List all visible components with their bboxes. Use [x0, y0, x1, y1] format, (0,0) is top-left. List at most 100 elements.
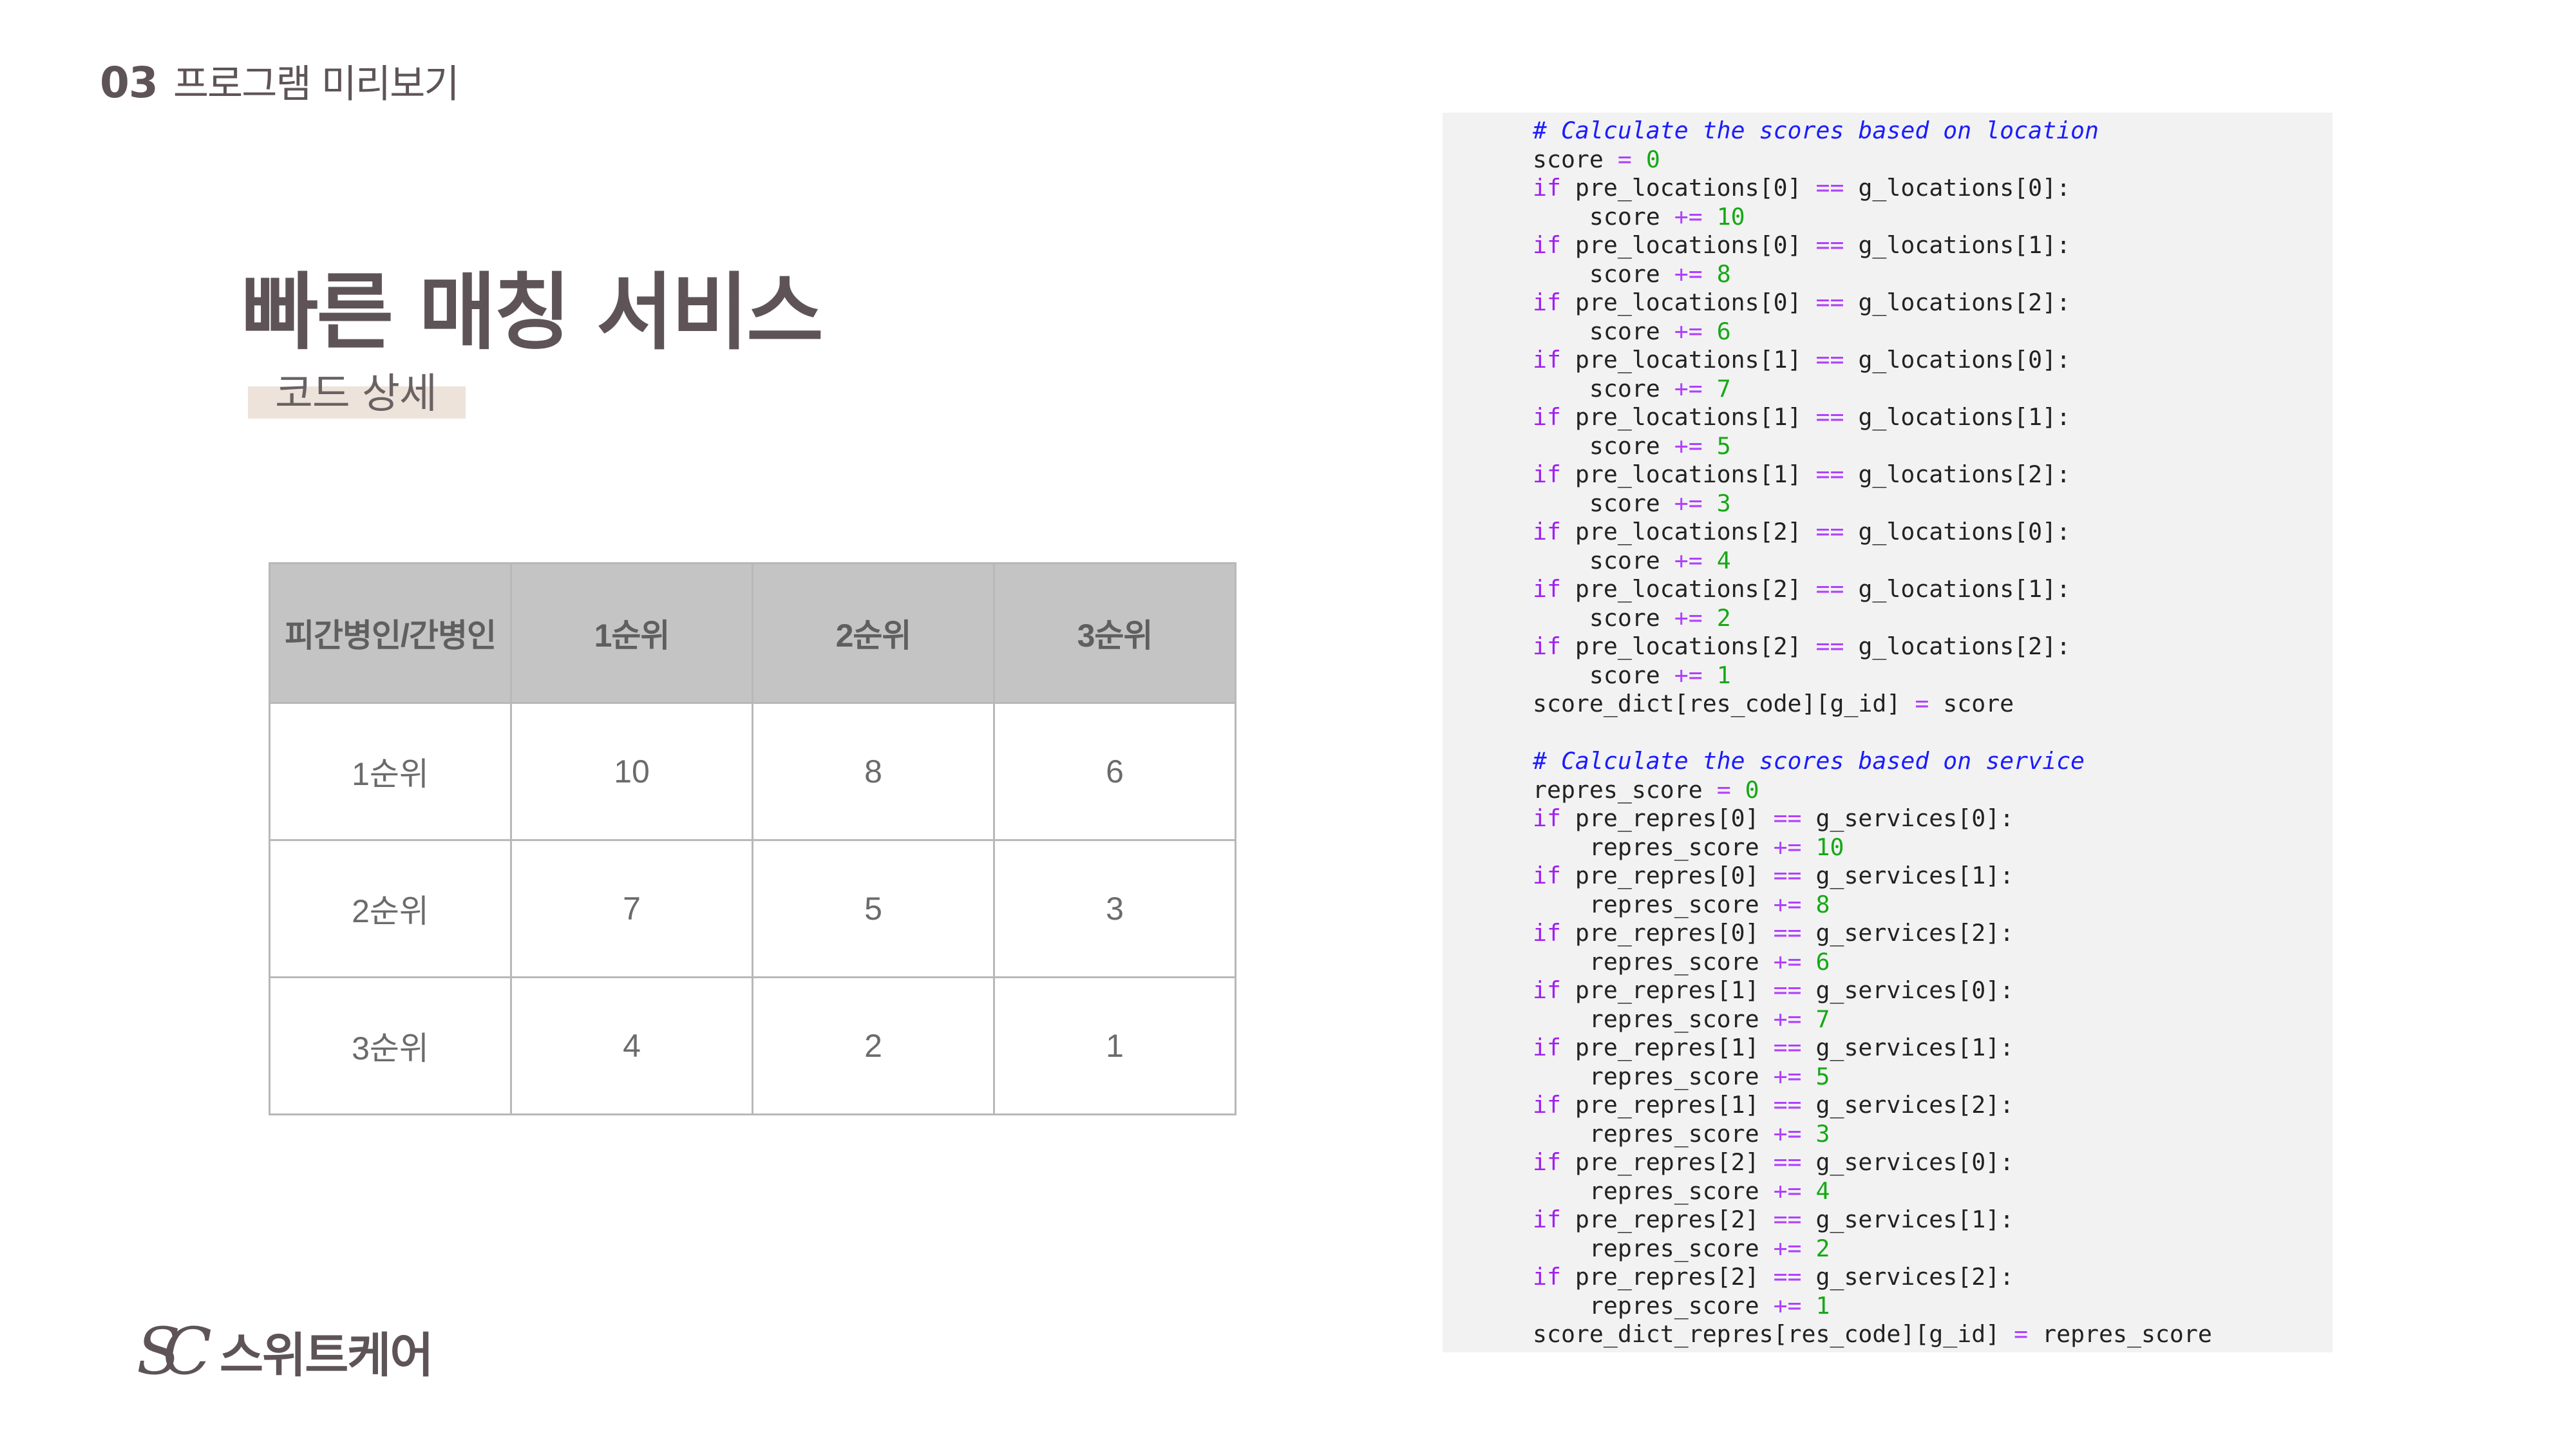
code-token: if [1533, 1091, 1561, 1119]
code-token: == [1815, 231, 1844, 259]
code-token: if [1533, 804, 1561, 832]
code-line: score += 7 [1533, 375, 2333, 404]
code-token: pre_repres[0] [1560, 804, 1774, 832]
code-token: repres_score [1533, 947, 1774, 976]
code-line: score += 5 [1533, 432, 2333, 461]
code-token: 0 [1745, 775, 1759, 804]
code-token: 10 [1716, 202, 1745, 231]
logo-text: 스위트케어 [220, 1328, 433, 1383]
table-row: 2순위 7 5 3 [269, 839, 1236, 978]
code-token: score_dict[res_code][g_id] [1533, 690, 1915, 717]
code-line: repres_score += 1 [1533, 1292, 2333, 1321]
code-token: == [1815, 289, 1844, 316]
code-line: if pre_repres[2] == g_services[0]: [1533, 1148, 2333, 1177]
code-line: repres_score += 10 [1533, 833, 2333, 862]
code-token: pre_repres[2] [1560, 1148, 1774, 1176]
code-token: if [1533, 1206, 1561, 1233]
code-token: += [1674, 603, 1703, 632]
code-line: score += 1 [1533, 661, 2333, 690]
code-line: if pre_locations[1] == g_locations[2]: [1533, 460, 2333, 489]
code-token: pre_repres[1] [1560, 1034, 1774, 1061]
code-token: += [1674, 260, 1703, 288]
code-token: == [1773, 1148, 1802, 1176]
code-token: pre_locations[1] [1560, 346, 1816, 374]
code-token: if [1533, 976, 1561, 1004]
code-token: += [1674, 431, 1703, 460]
code-token: if [1533, 346, 1561, 374]
code-token: g_locations[2]: [1844, 460, 2071, 488]
code-token: 5 [1815, 1062, 1830, 1090]
code-token: 5 [1716, 431, 1731, 460]
code-token: pre_repres[2] [1560, 1206, 1774, 1233]
code-token: repres_score [1533, 1005, 1774, 1033]
code-token: repres_score [1533, 1234, 1774, 1262]
code-token: 8 [1815, 890, 1830, 918]
code-line: score_dict[res_code][g_id] = score [1533, 690, 2333, 719]
table-cell: 7 [510, 839, 753, 978]
code-block: # Calculate the scores based on location… [1443, 113, 2333, 1352]
code-token: g_locations[1]: [1844, 403, 2071, 431]
page-title: 빠른 매칭 서비스 [242, 263, 824, 361]
score-table: 피간병인/간병인 1순위 2순위 3순위 1순위 10 8 6 2순위 7 5 … [269, 562, 1236, 1115]
code-token: score [1533, 317, 1674, 345]
code-token: 3 [1815, 1119, 1830, 1148]
logo-mark: SC [137, 1313, 212, 1389]
code-token: == [1815, 346, 1844, 374]
code-token: # Calculate the scores based on service [1533, 747, 2085, 775]
code-token: pre_locations[1] [1560, 460, 1816, 488]
code-token: score [1533, 145, 1618, 173]
code-token: repres_score [1533, 1119, 1774, 1148]
code-token: pre_locations[2] [1560, 518, 1816, 545]
code-line: repres_score += 8 [1533, 891, 2333, 920]
table-cell: 5 [752, 839, 995, 978]
code-token: g_services[1]: [1801, 1206, 2014, 1233]
code-token: score [1533, 202, 1674, 231]
table-cell: 2 [752, 976, 995, 1115]
code-token: g_locations[1]: [1844, 231, 2071, 259]
code-token: == [1815, 632, 1844, 660]
code-line: score += 6 [1533, 317, 2333, 346]
code-token: if [1533, 1263, 1561, 1291]
table-row: 3순위 4 2 1 [269, 976, 1236, 1115]
code-token: == [1815, 575, 1844, 603]
code-token: if [1533, 862, 1561, 889]
code-line: if pre_repres[1] == g_services[0]: [1533, 976, 2333, 1005]
code-token: if [1533, 1034, 1561, 1061]
code-line: score += 4 [1533, 547, 2333, 576]
code-token: if [1533, 919, 1561, 947]
code-line: if pre_repres[0] == g_services[2]: [1533, 919, 2333, 948]
subtitle-block: 코드 상세 [248, 361, 466, 419]
code-token: 8 [1716, 260, 1731, 288]
table-cell: 10 [510, 702, 753, 841]
code-token: score [1533, 603, 1674, 632]
code-token: if [1533, 1148, 1561, 1176]
code-token: if [1533, 460, 1561, 488]
code-line: repres_score += 2 [1533, 1235, 2333, 1264]
code-token: += [1773, 1119, 1802, 1148]
code-token: score [1533, 260, 1674, 288]
code-token: == [1773, 1206, 1802, 1233]
code-token: g_services[0]: [1801, 976, 2014, 1004]
code-token: pre_locations[0] [1560, 174, 1816, 202]
code-token: = [1915, 690, 1929, 717]
code-token: if [1533, 518, 1561, 545]
code-token: score_dict_repres[res_code][g_id] [1533, 1320, 2014, 1348]
code-token: pre_repres[2] [1560, 1263, 1774, 1291]
code-line: if pre_locations[0] == g_locations[2]: [1533, 289, 2333, 317]
table-row-header: 3순위 [269, 976, 512, 1115]
code-line: score += 3 [1533, 489, 2333, 518]
code-token: 1 [1815, 1291, 1830, 1320]
code-token: == [1815, 518, 1844, 545]
code-line: if pre_locations[2] == g_locations[1]: [1533, 575, 2333, 604]
code-line: repres_score = 0 [1533, 776, 2333, 805]
table-row-header: 2순위 [269, 839, 512, 978]
